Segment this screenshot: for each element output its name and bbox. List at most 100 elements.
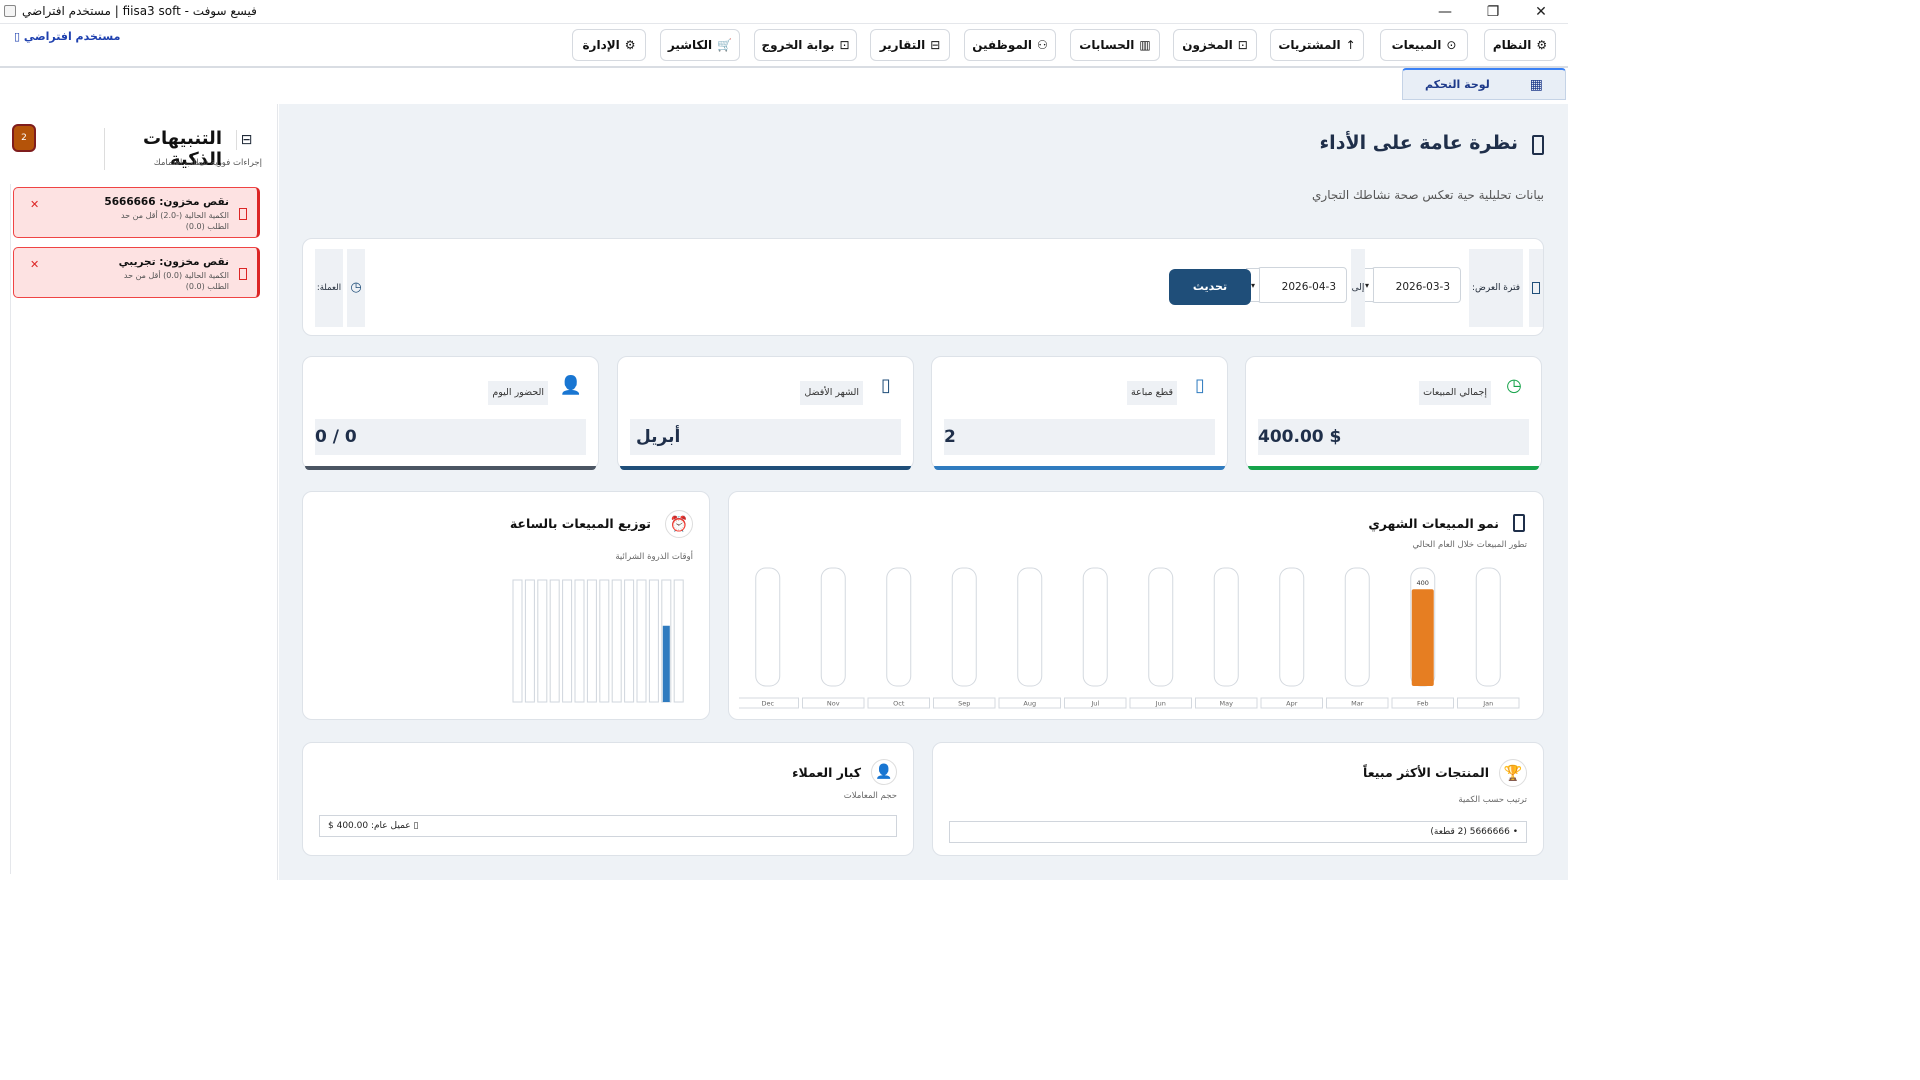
stat-card-items-sold: ▯ قطع مباعة 2: [931, 356, 1228, 470]
bar-track: [599, 579, 610, 703]
bar-track: [1017, 567, 1043, 687]
refresh-button[interactable]: تحديث: [1169, 269, 1251, 305]
nav-cashier-button[interactable]: 🛒 الكاشير: [660, 29, 740, 61]
trophy-icon: 🏆: [1499, 759, 1527, 787]
page-title: نظرة عامة على الأداء: [1319, 132, 1518, 154]
sales-icon: ⊙: [1446, 38, 1457, 52]
window-title-bar: مستخدم افتراضي | fiisa3 soft - فيسع سوفت…: [0, 0, 1568, 24]
x-tick-label: Oct: [893, 700, 905, 708]
to-date-field[interactable]: ▾ 2026-04-3: [1246, 267, 1347, 303]
nav-admin-button[interactable]: ⚙ الإدارة: [572, 29, 646, 61]
arrow-up-icon: ↑: [1345, 38, 1356, 52]
nav-reports-button[interactable]: ⊟ التقارير: [870, 29, 950, 61]
chart-subtitle: تطور المبيعات خلال العام الحالي: [1412, 540, 1527, 550]
alert-close-icon[interactable]: ✕: [30, 258, 39, 271]
nav-label: الحسابات: [1079, 38, 1135, 52]
nav-label: الموظفين: [972, 38, 1033, 52]
alert-close-icon[interactable]: ✕: [30, 198, 39, 211]
employees-icon: ⚇: [1037, 38, 1048, 52]
alert-flag-icon: [239, 208, 247, 220]
stat-accent-bar: [1248, 466, 1539, 470]
chart-subtitle: أوقات الذروة الشرائية: [615, 552, 693, 562]
x-tick-label: Sep: [958, 700, 970, 708]
sidebar-divider: [10, 184, 11, 874]
from-date-value: 2026-03-3: [1395, 281, 1450, 293]
bar-track: [611, 579, 622, 703]
x-tick-label: Apr: [1286, 700, 1298, 708]
x-tick-label: Jan: [1482, 700, 1493, 708]
stat-label: إجمالي المبيعات: [1419, 381, 1491, 405]
nav-label: الكاشير: [667, 38, 713, 52]
alert-description: الكمية الحالية (-2.0) أقل من حد الطلب (0…: [120, 211, 229, 231]
clock-icon: ◷: [347, 249, 365, 327]
nav-inventory-button[interactable]: ⊡ المخزون: [1173, 29, 1257, 61]
bar-track: [1082, 567, 1108, 687]
bar-track: [537, 579, 548, 703]
page-title-icon: [1532, 135, 1544, 155]
stat-value: 400.00 $: [1258, 419, 1529, 455]
nav-employees-button[interactable]: ⚇ الموظفين: [964, 29, 1056, 61]
calendar-icon: [1532, 282, 1540, 294]
stat-accent-bar: [305, 466, 596, 470]
stat-value: أبريل: [630, 419, 901, 455]
nav-label: التقارير: [879, 38, 926, 52]
alert-card[interactable]: نقص مخزون: 5666666 الكمية الحالية (-2.0)…: [13, 187, 260, 238]
calendar-icon: [1513, 514, 1525, 532]
bar-track: [586, 579, 597, 703]
x-tick-label: Aug: [1023, 700, 1036, 708]
alert-description: الكمية الحالية (0.0) أقل من حد الطلب (0.…: [123, 271, 229, 291]
bar-track: [624, 579, 635, 703]
alert-card[interactable]: نقص مخزون: تجريبي الكمية الحالية (0.0) أ…: [13, 247, 260, 298]
maximize-button[interactable]: ❐: [1470, 0, 1516, 24]
cart-icon: 🛒: [717, 38, 733, 52]
nav-label: المشتريات: [1278, 38, 1341, 52]
customer-row-text: $ عميل عام: 400.00 ▯: [328, 821, 419, 831]
stat-card-attendance: 👤 الحضور اليوم 0 / 0: [302, 356, 599, 470]
x-tick-label: Feb: [1417, 700, 1429, 708]
stat-accent-bar: [934, 466, 1225, 470]
to-label: إلى: [1351, 249, 1365, 327]
tab-dashboard[interactable]: ▦ لوحة التحكم: [1402, 68, 1566, 100]
chart-title: نمو المبيعات الشهري: [1368, 516, 1499, 531]
alarm-clock-icon: ⏰: [665, 510, 693, 538]
stat-value: 2: [944, 419, 1215, 455]
gear-icon: ⚙: [624, 38, 636, 52]
bar-track: [524, 579, 535, 703]
nav-label: المخزون: [1182, 38, 1233, 52]
accounts-icon: ▥: [1139, 38, 1151, 52]
panel-subtitle: ترتيب حسب الكمية: [1458, 795, 1527, 805]
stat-value: 0 / 0: [315, 419, 586, 455]
stat-value-text: أبريل: [636, 427, 681, 447]
box-icon: ▯: [1195, 375, 1205, 396]
x-tick-label: Jul: [1090, 700, 1099, 708]
bar-track: [673, 579, 684, 703]
inventory-icon: ⊡: [1237, 38, 1248, 52]
panel-title: المنتجات الأكثر مبيعاً: [1363, 765, 1489, 780]
person-icon: 👤: [871, 759, 897, 785]
nav-system-button[interactable]: ⚙ النظام: [1484, 29, 1556, 61]
stat-label: الحضور اليوم: [488, 381, 548, 405]
list-item[interactable]: $ عميل عام: 400.00 ▯: [319, 815, 897, 837]
close-window-button[interactable]: ✕: [1518, 0, 1564, 24]
bar-track: [820, 567, 846, 687]
period-label: فترة العرض:: [1469, 249, 1523, 327]
from-date-field[interactable]: ▾ 2026-03-3: [1360, 267, 1461, 303]
nav-label: المبيعات: [1391, 38, 1442, 52]
bar: [1411, 589, 1434, 686]
nav-sales-button[interactable]: ⊙ المبيعات: [1380, 29, 1468, 61]
nav-label: النظام: [1492, 38, 1532, 52]
x-tick-label: Dec: [761, 700, 774, 708]
nav-exit-gate-button[interactable]: ⊡ بوابة الخروج: [754, 29, 857, 61]
nav-accounts-button[interactable]: ▥ الحسابات: [1070, 29, 1160, 61]
minimize-button[interactable]: —: [1422, 0, 1468, 24]
filter-bar: فترة العرض: ▾ 2026-03-3 إلى ▾ 2026-04-3 …: [302, 238, 1544, 336]
current-user-link[interactable]: مستخدم افتراضي ▯: [14, 30, 120, 43]
list-item[interactable]: • 5666666 (2 قطعة): [949, 821, 1527, 843]
monthly-sales-chart: Jan 400 Feb Mar Apr May Jun Jul Aug Sep Oct Nov Dec: [739, 567, 1520, 709]
stat-label: الشهر الأفضل: [800, 381, 863, 405]
stat-label: قطع مباعة: [1126, 381, 1177, 405]
top-products-panel: 🏆 المنتجات الأكثر مبيعاً ترتيب حسب الكمي…: [932, 742, 1544, 856]
nav-purchases-button[interactable]: ↑ المشتريات: [1270, 29, 1364, 61]
bar-track: [1344, 567, 1370, 687]
bar-track: [562, 579, 573, 703]
